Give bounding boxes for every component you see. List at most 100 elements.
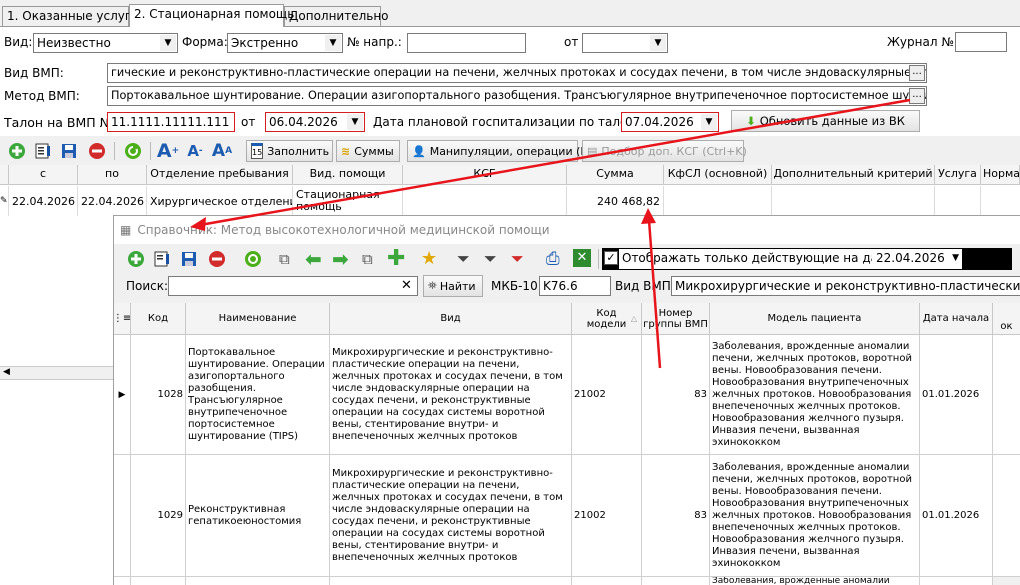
save-icon[interactable] (180, 250, 198, 271)
dlg-cell-name[interactable]: Реконструктивная гепатикоеюностомия (186, 455, 330, 577)
dlg-cell-code[interactable]: 1029 (131, 455, 186, 577)
ksg-pick-button[interactable]: ▤ Подбор доп. КСГ (Ctrl+K) (582, 140, 747, 162)
edit-icon[interactable] (153, 250, 171, 271)
napr-date-select[interactable]: ▼ (582, 33, 668, 53)
talon-number-input[interactable]: 11.1111.11111.111 (107, 112, 235, 132)
mkb-input[interactable]: K76.6 (539, 276, 611, 296)
refresh-icon[interactable] (122, 140, 144, 162)
dlg-cell-start[interactable]: 01.01.2026 (920, 455, 993, 577)
tab-inpatient[interactable]: 2. Стационарная помощь (129, 4, 294, 27)
dialog-vid-vmp-input[interactable]: Микрохирургические и реконструктивно-пла… (671, 276, 1020, 296)
grid-cell-to[interactable]: 22.04.2026 (78, 186, 147, 216)
filter-clear-icon[interactable]: ⏷ (511, 249, 524, 269)
dlg-cell-end[interactable] (993, 455, 1020, 577)
close-icon[interactable]: ✕ (401, 278, 412, 293)
refresh-icon[interactable] (244, 250, 262, 271)
grid-cell-ksg[interactable] (403, 186, 567, 216)
dlg-cell-vid[interactable] (330, 577, 572, 585)
dlg-header-end[interactable]: ок (993, 303, 1020, 335)
grid-header-extra[interactable]: Дополнительный критерий (772, 165, 935, 185)
font-reset-icon[interactable]: AA (211, 140, 233, 162)
tab-additional[interactable]: Дополнительно (284, 6, 389, 26)
grid-cell-sum[interactable]: 240 468,82 (567, 186, 664, 216)
add-row-icon[interactable]: ✚ (387, 246, 405, 271)
dlg-cell-code[interactable]: 1028 (131, 335, 186, 455)
grid-header-sum[interactable]: Сумма (567, 165, 664, 185)
talon-date-select[interactable]: 06.04.2026 ▼ (265, 112, 365, 132)
delete-icon[interactable] (208, 250, 226, 271)
dlg-cell-name[interactable]: Портокавальное шунтирование. Операции аз… (186, 335, 330, 455)
dlg-cell-patient[interactable]: Заболевания, врожденные аномалии (710, 577, 920, 585)
forma-select[interactable]: Экстренно ▼ (227, 33, 343, 53)
grid-cell-from[interactable]: 22.04.2026 (9, 186, 78, 216)
dlg-cell-vid[interactable]: Микрохирургические и реконструктивно-пла… (330, 335, 572, 455)
grid-header-from[interactable]: с (9, 165, 78, 185)
font-decrease-icon[interactable]: A- (184, 140, 206, 162)
copy-icon[interactable]: ⧉ (279, 250, 290, 268)
grid-cell-dept[interactable]: Хирургическое отделение (147, 186, 293, 216)
grid-header-kfsl[interactable]: КфСЛ (основной) (664, 165, 772, 185)
add-icon[interactable] (127, 250, 145, 271)
fill-button[interactable]: 15 Заполнить (246, 140, 333, 162)
dlg-cell-patient[interactable]: Заболевания, врожденные аномалии печени,… (710, 335, 920, 455)
dlg-header-model-code[interactable]: Код модели △ (572, 303, 642, 335)
sums-button[interactable]: ≋ Суммы (336, 140, 400, 162)
grid-menu-icon[interactable]: ⋮≡ (114, 303, 131, 335)
dlg-header-start[interactable]: Дата начала (920, 303, 993, 335)
arrow-left-icon[interactable]: ⬅ (305, 247, 322, 271)
horizontal-scrollbar[interactable]: ◀ (0, 366, 113, 380)
grid-cell-extra[interactable] (772, 186, 935, 216)
dlg-cell-end[interactable] (993, 335, 1020, 455)
dlg-header-code[interactable]: Код (131, 303, 186, 335)
find-button[interactable]: ⛯ Найти (423, 275, 483, 297)
arrow-right-icon[interactable]: ➡ (332, 247, 349, 271)
show-active-date[interactable]: 22.04.2026 ▼ (872, 249, 962, 269)
grid-header-service[interactable]: Услуга (935, 165, 981, 185)
font-increase-icon[interactable]: A + (157, 140, 179, 162)
tab-services[interactable]: 1. Оказанные услуги (2, 6, 139, 26)
ellipsis-button[interactable]: ... (909, 65, 925, 81)
grid-header-help[interactable]: Вид. помощи (293, 165, 403, 185)
nom-napr-input[interactable] (407, 33, 526, 53)
metod-vmp-field[interactable]: Портокавальное шунтирование. Операции аз… (107, 86, 927, 106)
journal-input[interactable] (955, 32, 1007, 52)
dlg-header-vid[interactable]: Вид (330, 303, 572, 335)
vid-select[interactable]: Неизвестно ▼ (33, 33, 178, 53)
dlg-cell-group[interactable]: 83 (642, 455, 710, 577)
dlg-cell-model-code[interactable]: 21002 (572, 335, 642, 455)
ellipsis-button[interactable]: ... (909, 88, 925, 104)
filter-edit-icon[interactable]: ⏷ (484, 249, 497, 269)
dlg-header-name[interactable]: Наименование (186, 303, 330, 335)
grid-header-norm[interactable]: Норма (981, 165, 1020, 185)
show-active-checkbox[interactable]: ✓ (604, 251, 618, 265)
dlg-cell-vid[interactable]: Микрохирургические и реконструктивно-пла… (330, 455, 572, 577)
grid-header-dept[interactable]: Отделение пребывания (147, 165, 293, 185)
plan-date-select[interactable]: 07.04.2026 ▼ (621, 112, 719, 132)
dlg-cell-patient[interactable]: Заболевания, врожденные аномалии печени,… (710, 455, 920, 577)
dlg-cell-model-code[interactable]: 21002 (572, 455, 642, 577)
dlg-cell-group[interactable] (642, 577, 710, 585)
grid-header-ksg[interactable]: КСГ (403, 165, 567, 185)
star-down-icon[interactable]: ★ (421, 248, 437, 269)
delete-icon[interactable] (86, 140, 108, 162)
filter-icon[interactable]: ⏷ (457, 249, 470, 269)
dlg-cell-name[interactable] (186, 577, 330, 585)
search-input[interactable] (168, 276, 418, 296)
table-icon[interactable]: ⧉ (362, 250, 373, 268)
vid-vmp-field[interactable]: гические и реконструктивно-пластические … (107, 63, 927, 83)
grid-header-to[interactable]: по (78, 165, 147, 185)
dlg-header-group[interactable]: Номер группы ВМП (642, 303, 710, 335)
dlg-header-patient[interactable]: Модель пациента (710, 303, 920, 335)
dlg-cell-group[interactable]: 83 (642, 335, 710, 455)
print-icon[interactable]: ⎙ (546, 249, 560, 269)
save-icon[interactable] (58, 140, 80, 162)
dlg-cell-code[interactable] (131, 577, 186, 585)
grid-cell-service[interactable] (935, 186, 981, 216)
scroll-left-icon[interactable]: ◀ (3, 367, 10, 377)
add-icon[interactable] (6, 140, 28, 162)
dlg-cell-start[interactable] (920, 577, 993, 585)
refresh-vk-button[interactable]: ⬇ Обновить данные из ВК (731, 110, 920, 132)
grid-cell-help[interactable]: Стационарная помощь (293, 186, 403, 216)
manipulations-button[interactable]: 👤 Манипуляции, операции (F5) (407, 140, 598, 162)
edit-icon[interactable] (32, 140, 54, 162)
